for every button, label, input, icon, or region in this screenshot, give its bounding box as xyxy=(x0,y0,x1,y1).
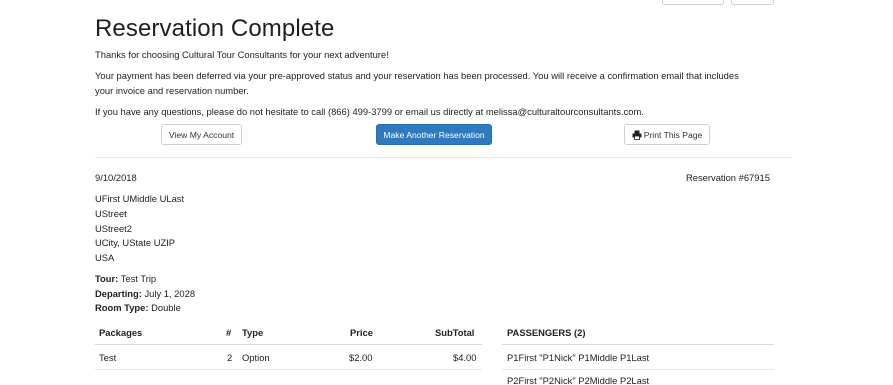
packages-row-line xyxy=(95,369,482,370)
printer-icon xyxy=(632,130,642,140)
packages-header-line xyxy=(95,344,482,345)
make-another-label: Make Another Reservation xyxy=(383,129,485,140)
package-count: 2 xyxy=(227,352,233,363)
departing-label: Departing: xyxy=(95,288,142,299)
tour-info: Tour: Test Trip xyxy=(95,273,156,284)
address-street: UStreet xyxy=(95,208,127,219)
payment-message-line1: Your payment has been deferred via your … xyxy=(95,70,739,81)
contact-message: If you have any questions, please do not… xyxy=(95,106,644,117)
tour-value: Test Trip xyxy=(120,273,157,284)
page-title: Reservation Complete xyxy=(95,15,335,42)
package-subtotal: $4.00 xyxy=(453,352,477,363)
divider xyxy=(95,157,792,158)
departing-info: Departing: July 1, 2028 xyxy=(95,288,195,299)
reservation-date: 9/10/2018 xyxy=(95,172,137,183)
passenger-item: P2First "P2Nick" P2Middle P2Last xyxy=(507,375,650,385)
package-name: Test xyxy=(99,352,117,363)
price-header: Price xyxy=(350,327,373,338)
room-type-label: Room Type: xyxy=(95,302,149,313)
print-page-button[interactable]: Print This Page xyxy=(624,124,710,145)
top-button-2[interactable] xyxy=(731,0,774,5)
num-header: # xyxy=(226,327,232,338)
address-name: UFirst UMiddle ULast xyxy=(95,193,185,204)
room-type-info: Room Type: Double xyxy=(95,302,181,313)
view-account-label: View My Account xyxy=(168,129,235,140)
address-city: UCity, UState UZIP xyxy=(95,237,176,248)
thanks-message: Thanks for choosing Cultural Tour Consul… xyxy=(95,49,389,60)
packages-header: Packages xyxy=(99,327,143,338)
passenger-item: P1First "P1Nick" P1Middle P1Last xyxy=(507,352,650,363)
view-account-button[interactable]: View My Account xyxy=(161,124,242,145)
top-button-1[interactable] xyxy=(662,0,724,5)
passenger-row-line xyxy=(502,369,774,370)
address-country: USA xyxy=(95,252,115,263)
tour-label: Tour: xyxy=(95,273,119,284)
type-header: Type xyxy=(242,327,264,338)
reservation-number: Reservation #67915 xyxy=(686,172,770,183)
payment-message-line2: your invoice and reservation number. xyxy=(95,85,249,96)
print-page-label: Print This Page xyxy=(643,129,703,140)
make-another-reservation-button[interactable]: Make Another Reservation xyxy=(376,124,492,145)
room-type-value: Double xyxy=(151,302,181,313)
passengers-header-line xyxy=(502,344,774,345)
package-type: Option xyxy=(242,352,270,363)
subtotal-header: SubTotal xyxy=(435,327,475,338)
package-price: $2.00 xyxy=(349,352,373,363)
passengers-header: PASSENGERS (2) xyxy=(507,327,586,338)
address-street2: UStreet2 xyxy=(95,223,132,234)
departing-value: July 1, 2028 xyxy=(144,288,196,299)
